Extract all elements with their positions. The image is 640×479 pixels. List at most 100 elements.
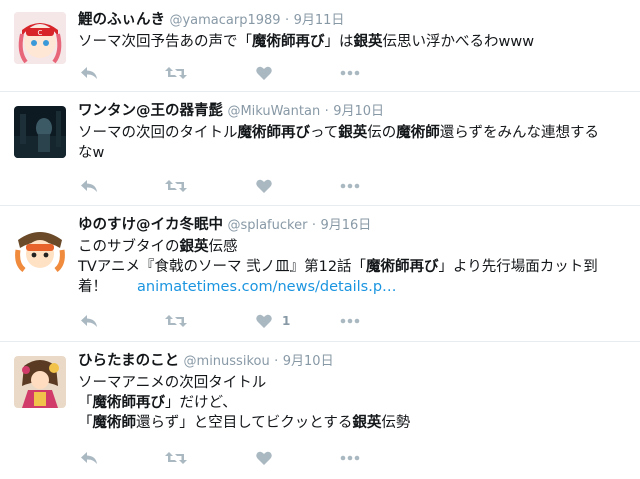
like-count: 1	[282, 314, 291, 328]
more-button[interactable]	[340, 61, 360, 85]
reply-button[interactable]	[80, 446, 98, 470]
username[interactable]: @yamacarp1989	[169, 13, 280, 28]
highlight-term: 銀英	[179, 239, 209, 255]
like-icon	[256, 451, 272, 465]
separator: ·	[311, 218, 317, 233]
avatar[interactable]: C	[14, 12, 66, 64]
retweet-button[interactable]	[165, 446, 187, 470]
tweet-header: ひらたまのこと @minussikou · 9月10日	[78, 342, 640, 372]
text-segment: 還らず」と空目してビクッとする	[136, 415, 353, 431]
more-button[interactable]	[340, 309, 360, 333]
text-segment: 伝の	[367, 125, 397, 141]
like-button[interactable]: 1	[256, 309, 290, 333]
avatar[interactable]	[14, 106, 66, 158]
text-line: 「魔術師再び」だけど、	[78, 393, 640, 413]
separator: ·	[285, 13, 290, 28]
text-segment: なw	[78, 145, 105, 161]
more-icon	[340, 318, 360, 324]
text-line: ソーマアニメの次回タイトル	[78, 373, 640, 393]
reply-icon	[81, 452, 97, 464]
username[interactable]: @splafucker	[227, 218, 307, 233]
timestamp[interactable]: 9月11日	[294, 13, 345, 28]
tweet-actions	[78, 174, 640, 200]
text-segment: 伝思い浮かべるわwww	[382, 34, 535, 50]
text-segment: って	[310, 125, 339, 141]
tweet-feed: C 鯉のふぃんき @yamacarp1989 · 9月11日 ソーマ次回予告あの…	[0, 0, 640, 479]
reply-icon	[81, 315, 97, 327]
separator: ·	[274, 354, 279, 369]
text-segment: TVアニメ『食戟のソーマ 弐ノ皿』第12話「	[78, 259, 367, 275]
retweet-icon	[165, 67, 187, 79]
text-segment: 」より先行場面カット到	[438, 259, 598, 275]
like-icon	[256, 314, 272, 328]
like-button[interactable]	[256, 61, 282, 85]
display-name[interactable]: ひらたまのこと	[78, 353, 179, 369]
display-name[interactable]: 鯉のふぃんき	[78, 12, 165, 28]
tweet-header: 鯉のふぃんき @yamacarp1989 · 9月11日	[78, 0, 640, 31]
retweet-icon	[165, 180, 187, 192]
tweet-text: ソーマの次回のタイトル魔術師再びって銀英伝の魔術師還らずをみんな連想する なw	[78, 123, 640, 163]
timestamp[interactable]: 9月10日	[283, 354, 334, 369]
separator: ·	[324, 104, 329, 119]
highlight-term: 魔術師再び	[366, 259, 439, 275]
text-segment: ソーマの次回のタイトル	[78, 125, 238, 141]
retweet-button[interactable]	[165, 61, 187, 85]
text-segment: 伝感	[208, 239, 238, 255]
tweet-text: ソーマ次回予告あの声で「魔術師再び」は銀英伝思い浮かべるわwww	[78, 32, 640, 52]
like-button[interactable]	[256, 446, 282, 470]
highlight-term: 銀英	[338, 125, 368, 141]
reply-button[interactable]	[80, 61, 98, 85]
username[interactable]: @minussikou	[184, 354, 270, 369]
reply-icon	[81, 180, 97, 192]
tweet-header: ゆのすけ@イカ冬眠中 @splafucker · 9月16日	[78, 206, 640, 236]
tweet[interactable]: ワンタン@王の器青髭 @MikuWantan · 9月10日 ソーマの次回のタイ…	[0, 92, 640, 206]
avatar[interactable]	[14, 220, 66, 272]
text-segment: 「	[78, 415, 93, 431]
tweet[interactable]: ひらたまのこと @minussikou · 9月10日 ソーマアニメの次回タイト…	[0, 342, 640, 479]
text-line: TVアニメ『食戟のソーマ 弐ノ皿』第12話「魔術師再び」より先行場面カット到	[78, 257, 640, 277]
more-button[interactable]	[340, 446, 360, 470]
retweet-button[interactable]	[165, 174, 187, 198]
avatar[interactable]	[14, 356, 66, 408]
reply-icon	[81, 67, 97, 79]
more-icon	[340, 183, 360, 189]
display-name[interactable]: ワンタン@王の器青髭	[78, 103, 223, 119]
retweet-icon	[165, 452, 187, 464]
timestamp[interactable]: 9月16日	[320, 218, 371, 233]
tweet-actions	[78, 446, 640, 472]
svg-text:C: C	[38, 29, 43, 37]
highlight-term: 魔術師再び	[252, 34, 325, 50]
username[interactable]: @MikuWantan	[227, 104, 320, 119]
text-segment: このサブタイの	[78, 239, 180, 255]
retweet-icon	[165, 315, 187, 327]
more-icon	[340, 455, 360, 461]
tweet[interactable]: C 鯉のふぃんき @yamacarp1989 · 9月11日 ソーマ次回予告あの…	[0, 0, 640, 92]
text-segment: 還らずをみんな連想する	[439, 125, 599, 141]
display-name[interactable]: ゆのすけ@イカ冬眠中	[78, 217, 223, 233]
highlight-term: 魔術師再び	[92, 395, 166, 411]
tweet[interactable]: ゆのすけ@イカ冬眠中 @splafucker · 9月16日 このサブタイの銀英…	[0, 206, 640, 342]
more-button[interactable]	[340, 174, 360, 198]
highlight-term: 魔術師再び	[237, 125, 311, 141]
highlight-term: 魔術師	[396, 125, 440, 141]
tweet-actions	[78, 61, 640, 87]
text-segment: ソーマアニメの次回タイトル	[78, 375, 267, 391]
highlight-term: 魔術師	[92, 415, 137, 431]
text-segment: 」だけど、	[165, 395, 237, 411]
like-button[interactable]	[256, 174, 282, 198]
timestamp[interactable]: 9月10日	[333, 104, 384, 119]
like-icon	[256, 179, 272, 193]
tweet-text: ソーマアニメの次回タイトル 「魔術師再び」だけど、 「魔術師還らず」と空目してビ…	[78, 373, 640, 433]
text-segment: 「	[78, 395, 93, 411]
tweet-header: ワンタン@王の器青髭 @MikuWantan · 9月10日	[78, 92, 640, 122]
text-line: ソーマの次回のタイトル魔術師再びって銀英伝の魔術師還らずをみんな連想する	[78, 123, 640, 143]
text-line: ソーマ次回予告あの声で「魔術師再び」は銀英伝思い浮かべるわwww	[78, 32, 640, 52]
reply-button[interactable]	[80, 309, 98, 333]
tweet-link[interactable]: animatetimes.com/news/details.p…	[137, 279, 397, 295]
tweet-text: このサブタイの銀英伝感 TVアニメ『食戟のソーマ 弐ノ皿』第12話「魔術師再び」…	[78, 237, 640, 297]
retweet-button[interactable]	[165, 309, 187, 333]
reply-button[interactable]	[80, 174, 98, 198]
highlight-term: 銀英	[352, 415, 382, 431]
highlight-term: 銀英	[353, 34, 383, 50]
text-segment: 着！	[78, 279, 107, 295]
